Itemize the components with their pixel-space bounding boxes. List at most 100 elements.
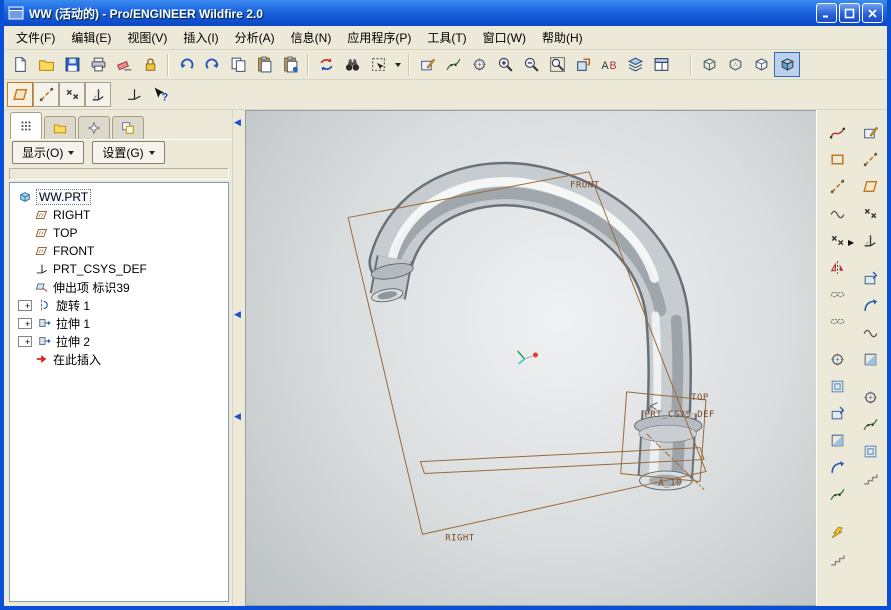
panel-splitter[interactable]: ◀ ◀ ◀ [232, 110, 245, 606]
zoom-out-button[interactable] [518, 52, 544, 77]
expand-toggle[interactable]: + [18, 335, 32, 347]
tree-row-extrude-2[interactable]: + 拉伸 2 [13, 332, 228, 350]
round-tool-button[interactable] [824, 455, 850, 480]
paste-button[interactable] [251, 52, 277, 77]
draft-tool-button[interactable] [824, 401, 850, 426]
sketched-curve-button[interactable] [824, 147, 850, 172]
collapse-panel-arrow[interactable]: ◀ [234, 118, 241, 127]
menu-file[interactable]: 文件(F) [8, 26, 63, 49]
insert-datum-curve-button[interactable] [824, 120, 850, 145]
tab-favorites[interactable] [78, 116, 110, 139]
model-tree[interactable]: WW.PRT RIGHT TOP FRONT PRT_CSYS_DEF 伸出项 … [9, 182, 229, 602]
menu-applications[interactable]: 应用程序(P) [339, 26, 419, 49]
menu-help[interactable]: 帮助(H) [534, 26, 591, 49]
datum-points-button[interactable] [824, 228, 850, 253]
redo-button[interactable] [199, 52, 225, 77]
save-button[interactable] [59, 52, 85, 77]
datum-point-display-button[interactable] [466, 52, 492, 77]
chamfer-tool-button[interactable] [824, 428, 850, 453]
shell-tool-2-button[interactable] [857, 439, 883, 464]
flyout-arrow[interactable]: ▶ [848, 238, 854, 247]
datum-axis-tool-button[interactable] [33, 82, 59, 107]
3d-canvas[interactable]: FRONT TOP PRT_CSYS_DEF A_10 RIGHT [246, 111, 816, 605]
title-bar[interactable]: WW (活动的) - Pro/ENGINEER Wildfire 2.0 [4, 0, 887, 26]
datum-curve-tool-button[interactable] [121, 82, 147, 107]
datum-label-right[interactable]: RIGHT [445, 533, 474, 543]
erase-display-button[interactable] [111, 52, 137, 77]
wrap-curve-button[interactable] [824, 201, 850, 226]
menu-edit[interactable]: 编辑(E) [63, 26, 119, 49]
section-sweep-button[interactable] [824, 482, 850, 507]
tree-row-part[interactable]: WW.PRT [13, 188, 228, 206]
tree-row-extrude-1[interactable]: + 拉伸 1 [13, 314, 228, 332]
menu-view[interactable]: 视图(V) [119, 26, 175, 49]
tree-row-protrusion[interactable]: 伸出项 标识39 [13, 278, 228, 296]
datum-label-top[interactable]: TOP [691, 393, 709, 403]
collapse-panel-arrow[interactable]: ◀ [234, 310, 241, 319]
maximize-button[interactable] [839, 3, 860, 23]
shell-tool-button[interactable] [824, 374, 850, 399]
view-manager-button[interactable] [648, 52, 674, 77]
datum-label-axis[interactable]: A_10 [658, 478, 681, 488]
coordinate-system-button[interactable] [857, 228, 883, 253]
blend-tool-button[interactable] [857, 347, 883, 372]
datum-plane-tool-button[interactable] [7, 82, 33, 107]
wireframe-button[interactable] [696, 52, 722, 77]
select-filter-button[interactable] [365, 52, 391, 77]
reorient-button[interactable] [570, 52, 596, 77]
show-dropdown-button[interactable]: 显示(O) [12, 141, 85, 164]
revolve-tool-button[interactable] [857, 293, 883, 318]
datum-axis-2-button[interactable] [857, 147, 883, 172]
datum-axis-display-button[interactable] [440, 52, 466, 77]
faucet-model[interactable] [368, 161, 703, 491]
undo-button[interactable] [173, 52, 199, 77]
tree-row-csys[interactable]: PRT_CSYS_DEF [13, 260, 228, 278]
boundary-blend-button[interactable] [824, 520, 850, 545]
no-hidden-line-button[interactable] [748, 52, 774, 77]
annotation-button[interactable] [596, 52, 622, 77]
expand-toggle[interactable]: + [18, 299, 32, 311]
copy-geometry-button[interactable] [824, 282, 850, 307]
merge-geometry-button[interactable] [824, 309, 850, 334]
tab-model-tree[interactable] [10, 112, 42, 139]
hole-tool-2-button[interactable] [857, 385, 883, 410]
round-tool-2-button[interactable] [857, 412, 883, 437]
offset-points-button[interactable] [824, 255, 850, 280]
tree-row-top-plane[interactable]: TOP [13, 224, 228, 242]
menu-info[interactable]: 信息(N) [283, 26, 340, 49]
open-button[interactable] [33, 52, 59, 77]
layers-button[interactable] [622, 52, 648, 77]
close-button[interactable] [862, 3, 883, 23]
expand-toggle[interactable]: + [18, 317, 32, 329]
copy-button[interactable] [225, 52, 251, 77]
new-button[interactable] [7, 52, 33, 77]
graphics-viewport[interactable]: FRONT TOP PRT_CSYS_DEF A_10 RIGHT [245, 110, 816, 606]
datum-plane-button[interactable] [857, 120, 883, 145]
collapse-panel-arrow[interactable]: ◀ [234, 412, 241, 421]
tree-row-front-plane[interactable]: FRONT [13, 242, 228, 260]
context-help-button[interactable] [147, 82, 173, 107]
regenerate-button[interactable] [313, 52, 339, 77]
datum-point-tool-button[interactable] [59, 82, 85, 107]
tree-row-right-plane[interactable]: RIGHT [13, 206, 228, 224]
menu-tools[interactable]: 工具(T) [419, 26, 474, 49]
datum-plane-display-button[interactable] [414, 52, 440, 77]
tree-row-revolve-1[interactable]: + 旋转 1 [13, 296, 228, 314]
hidden-line-button[interactable] [722, 52, 748, 77]
lock-button[interactable] [137, 52, 163, 77]
settings-dropdown-button[interactable]: 设置(G) [92, 141, 165, 164]
zoom-in-button[interactable] [492, 52, 518, 77]
datum-axis-button[interactable] [824, 174, 850, 199]
datum-label-front[interactable]: FRONT [570, 181, 599, 191]
tree-row-insert-here[interactable]: 在此插入 [13, 350, 228, 368]
sketch-tool-button[interactable] [857, 174, 883, 199]
find-button[interactable] [339, 52, 365, 77]
tab-history[interactable] [112, 116, 144, 139]
sweep-tool-button[interactable] [857, 320, 883, 345]
refit-button[interactable] [544, 52, 570, 77]
rib-tool-button[interactable] [857, 466, 883, 491]
menu-insert[interactable]: 插入(I) [175, 26, 226, 49]
menu-window[interactable]: 窗口(W) [475, 26, 534, 49]
minimize-button[interactable] [816, 3, 837, 23]
datum-point-button[interactable] [857, 201, 883, 226]
